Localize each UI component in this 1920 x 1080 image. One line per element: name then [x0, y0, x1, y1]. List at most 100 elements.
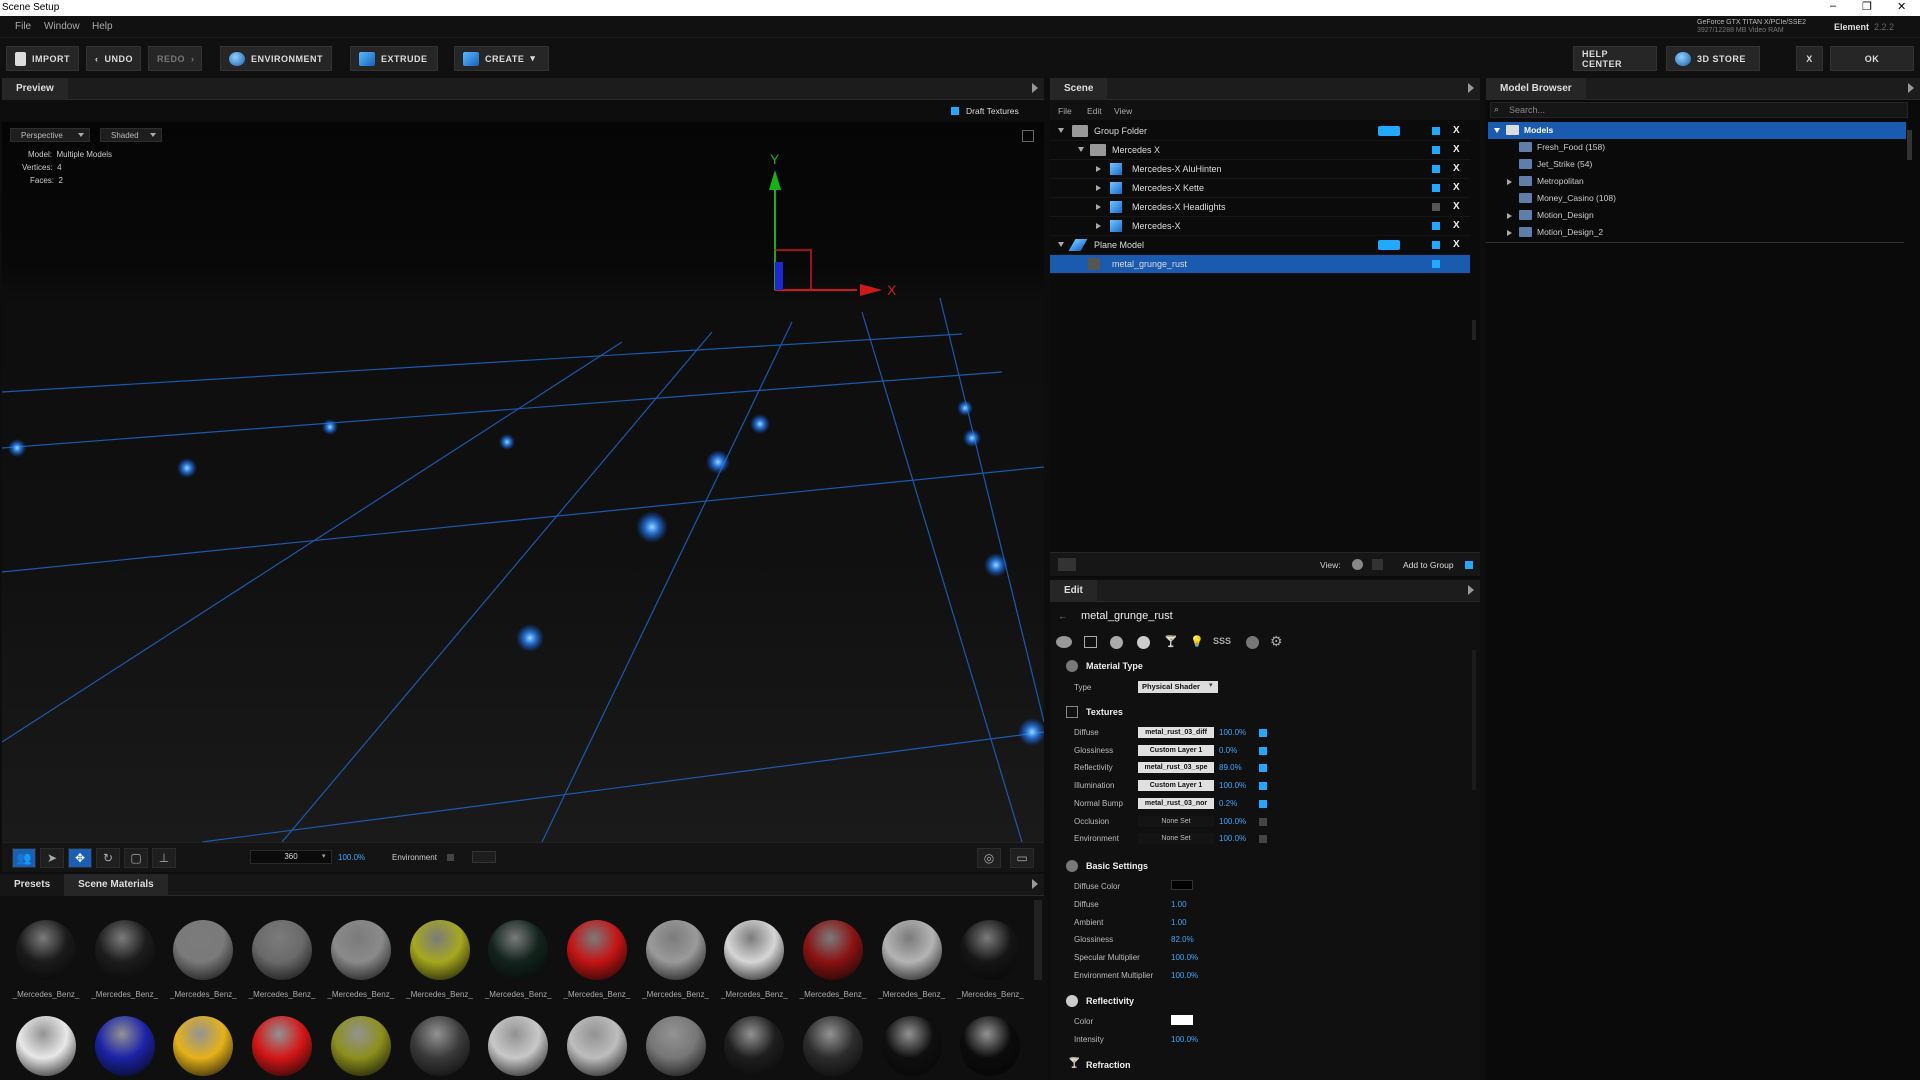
basic-setting-value[interactable]: 100.0% — [1171, 953, 1198, 962]
edit-tab[interactable]: Edit — [1050, 579, 1097, 602]
material-swatch[interactable] — [566, 1016, 627, 1076]
basic-setting-value[interactable]: 1.00 — [1171, 918, 1187, 927]
scene-menu-file[interactable]: File — [1058, 106, 1072, 116]
add-to-group-button[interactable]: Add to Group — [1403, 560, 1454, 570]
material-swatch[interactable] — [173, 920, 234, 980]
model-search-input[interactable]: Search... — [1490, 102, 1908, 118]
visibility-toggle[interactable] — [1378, 126, 1400, 136]
browser-row-models[interactable]: Models — [1488, 122, 1906, 139]
browser-row-jet-strike[interactable]: Jet_Strike (54) — [1486, 156, 1906, 173]
back-arrow-icon[interactable]: ← — [1058, 611, 1067, 621]
material-swatch[interactable] — [252, 920, 313, 980]
noise-icon[interactable] — [1246, 636, 1259, 649]
material-swatch[interactable] — [16, 920, 76, 980]
texture-map-field[interactable]: metal_rust_03_nor — [1138, 797, 1214, 809]
visible-checkbox[interactable] — [1432, 241, 1440, 249]
visible-checkbox[interactable] — [1432, 203, 1440, 211]
scene-tab[interactable]: Scene — [1050, 77, 1108, 100]
expand-arrow-icon[interactable] — [1494, 128, 1500, 133]
monitor-icon[interactable]: ▭ — [1010, 848, 1034, 868]
redo-button[interactable]: REDO › — [148, 46, 202, 71]
scene-row-mercedes-x[interactable]: Mercedes-X X — [1050, 217, 1470, 236]
texture-amount[interactable]: 100.0% — [1219, 834, 1246, 843]
materials-collapse-arrow-icon[interactable] — [1032, 879, 1038, 889]
texture-amount[interactable]: 0.2% — [1219, 799, 1237, 808]
intensity-value[interactable]: 100.0% — [1171, 1035, 1198, 1044]
light-bulb-icon[interactable]: 💡 — [1190, 635, 1204, 648]
degrees-dropdown-icon[interactable]: ▾ — [322, 852, 326, 860]
environment-swatch[interactable] — [472, 851, 496, 863]
scene-row-mercedes-x-group[interactable]: Mercedes X X — [1050, 141, 1470, 160]
browser-row-money-casino[interactable]: Money_Casino (108) — [1486, 190, 1906, 207]
material-swatch[interactable] — [645, 1016, 706, 1076]
create-button[interactable]: CREATE ▾ — [454, 46, 549, 71]
browser-divider[interactable] — [1486, 242, 1904, 243]
shading-dropdown[interactable]: Shaded — [100, 128, 162, 142]
material-swatch[interactable] — [803, 920, 863, 980]
texture-amount[interactable]: 100.0% — [1219, 781, 1246, 790]
scene-row-metal-grunge-rust[interactable]: metal_grunge_rust — [1050, 255, 1470, 274]
expand-arrow-icon[interactable] — [1096, 204, 1101, 210]
material-swatch[interactable] — [724, 920, 785, 980]
menu-help[interactable]: Help — [92, 21, 113, 32]
material-swatch[interactable] — [488, 920, 549, 980]
expand-arrow-icon[interactable] — [1507, 179, 1512, 185]
reflectivity-color-swatch[interactable] — [1171, 1015, 1193, 1025]
texture-map-field[interactable]: None Set — [1138, 815, 1214, 827]
sss-icon[interactable]: SSS — [1213, 636, 1231, 646]
expand-arrow-icon[interactable] — [1078, 147, 1084, 152]
material-swatch[interactable] — [330, 1016, 391, 1076]
scene-collapse-arrow-icon[interactable] — [1468, 83, 1474, 93]
type-dropdown-chevron-icon[interactable]: ▾ — [1209, 681, 1213, 689]
ok-button[interactable]: OK — [1830, 46, 1914, 71]
material-swatch[interactable] — [94, 1016, 155, 1076]
diffuse-color-swatch[interactable] — [1171, 880, 1193, 890]
move-icon[interactable]: ✥ — [68, 848, 92, 868]
view-sphere-icon[interactable] — [1352, 559, 1363, 570]
delete-icon[interactable]: X — [1453, 239, 1460, 250]
delete-icon[interactable]: X — [1453, 125, 1460, 136]
delete-icon[interactable]: X — [1453, 201, 1460, 212]
expand-arrow-icon[interactable] — [1058, 128, 1064, 133]
materials-scrollbar[interactable] — [1034, 900, 1042, 980]
texture-map-field[interactable]: Custom Layer 1 — [1138, 744, 1214, 756]
material-swatch[interactable] — [960, 920, 1021, 980]
minimize-button[interactable]: – — [1830, 0, 1836, 12]
material-swatch[interactable] — [566, 920, 627, 980]
delete-icon[interactable]: X — [1453, 182, 1460, 193]
material-swatch[interactable] — [409, 920, 470, 980]
target-icon[interactable]: ◎ — [977, 848, 1001, 868]
material-swatch[interactable] — [803, 1016, 863, 1076]
camera-dropdown[interactable]: Perspective — [10, 128, 90, 142]
collapse-arrow-icon[interactable] — [1032, 83, 1038, 93]
restore-button[interactable]: ❐ — [1862, 0, 1872, 13]
expand-arrow-icon[interactable] — [1507, 213, 1512, 219]
maximize-viewport-icon[interactable] — [1022, 130, 1034, 142]
visible-checkbox[interactable] — [1432, 165, 1440, 173]
environment-button[interactable]: ENVIRONMENT — [220, 46, 332, 71]
material-swatch[interactable] — [330, 920, 391, 980]
expand-arrow-icon[interactable] — [1096, 185, 1101, 191]
scene-menu-view[interactable]: View — [1114, 106, 1132, 116]
basic-setting-value[interactable]: 100.0% — [1171, 971, 1198, 980]
scene-row-group-folder[interactable]: Group Folder X — [1050, 122, 1470, 141]
3d-store-button[interactable]: 3D STORE — [1666, 46, 1760, 71]
expand-arrow-icon[interactable] — [1507, 230, 1512, 236]
texture-enable-checkbox[interactable] — [1259, 817, 1267, 826]
texture-enable-checkbox[interactable] — [1259, 782, 1267, 791]
texture-amount[interactable]: 100.0% — [1219, 817, 1246, 826]
visibility-toggle[interactable] — [1378, 240, 1400, 250]
add-folder-icon[interactable] — [1058, 558, 1076, 571]
3d-viewport[interactable]: Y X Perspective Shaded Model: Multiple M… — [2, 122, 1044, 842]
material-swatch[interactable] — [881, 1016, 942, 1076]
texture-enable-checkbox[interactable] — [1259, 799, 1267, 808]
material-swatch[interactable] — [409, 1016, 470, 1076]
material-swatch[interactable] — [881, 920, 942, 980]
rotation-degrees-field[interactable]: 360 — [250, 850, 332, 864]
gear-icon[interactable]: ⚙ — [1270, 633, 1283, 650]
help-center-button[interactable]: HELP CENTER — [1573, 46, 1657, 71]
scene-row-plane-model[interactable]: Plane Model X — [1050, 236, 1470, 255]
scale-icon[interactable]: ▢ — [124, 848, 148, 868]
extrude-button[interactable]: EXTRUDE — [350, 46, 438, 71]
texture-map-field[interactable]: None Set — [1138, 833, 1214, 845]
